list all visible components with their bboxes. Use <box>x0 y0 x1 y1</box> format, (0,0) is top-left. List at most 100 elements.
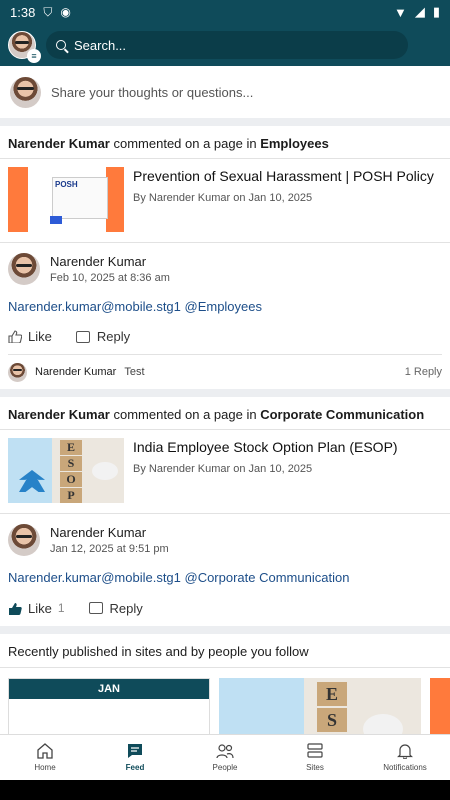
battery-icon: ▮ <box>432 4 440 19</box>
people-icon <box>216 744 234 759</box>
nav-people-label: People <box>212 763 238 772</box>
app-notification-icon: ◉ <box>60 5 71 19</box>
top-app-bar: ≡ Search... <box>0 24 450 66</box>
search-icon <box>56 40 66 50</box>
post-header: Narender Kumar commented on a page in Co… <box>0 397 450 430</box>
post-verb: commented on a page in <box>109 407 261 422</box>
status-bar: 1:38 ⛉ ◉ ▼ ◢ ▮ <box>0 0 450 24</box>
reply-bubble-icon <box>75 330 90 343</box>
reply-button[interactable]: Reply <box>88 600 143 616</box>
page-info: India Employee Stock Option Plan (ESOP) … <box>133 438 442 504</box>
recent-title: Recently published in sites and by peopl… <box>0 634 450 668</box>
piggy-bank-icon <box>363 714 403 734</box>
system-navigation-bar <box>0 780 450 800</box>
nav-people[interactable]: People <box>180 735 270 780</box>
event-tile[interactable]: JAN 14 <box>8 678 210 734</box>
page-tile[interactable]: ESO <box>219 678 421 734</box>
signal-icon: ◢ <box>414 4 425 19</box>
thumbs-up-filled-icon <box>9 602 22 615</box>
reply-label: Reply <box>96 329 131 344</box>
comment-head: Narender Kumar Feb 10, 2025 at 8:36 am <box>8 252 442 286</box>
feed-chat-icon <box>128 744 142 758</box>
like-button[interactable]: Like 1 <box>8 601 65 616</box>
wifi-icon: ▼ <box>393 4 407 20</box>
sites-icon <box>307 743 323 758</box>
page-title[interactable]: Prevention of Sexual Harassment | POSH P… <box>133 168 442 184</box>
posh-document-graphic: POSH <box>52 177 108 219</box>
nav-home-label: Home <box>34 763 56 772</box>
bottom-navigation: Home Feed People Sites Notifications <box>0 734 450 780</box>
like-count[interactable]: 1 <box>58 601 65 615</box>
reply-bubble-icon <box>88 602 103 614</box>
reply-button[interactable]: Reply <box>75 329 131 344</box>
feed-post: Narender Kumar commented on a page in Co… <box>0 397 450 626</box>
comment-actions: Like 1 Reply <box>8 590 442 626</box>
nav-feed[interactable]: Feed <box>90 735 180 780</box>
menu-icon: ≡ <box>27 49 41 63</box>
post-verb: commented on a page in <box>109 136 261 151</box>
comment-author[interactable]: Narender Kumar <box>50 254 170 269</box>
post-site[interactable]: Corporate Communication <box>260 407 424 422</box>
comment-author[interactable]: Narender Kumar <box>50 525 169 540</box>
comment-body[interactable]: Narender.kumar@mobile.stg1 @Corporate Co… <box>8 570 442 585</box>
like-button[interactable]: Like <box>8 329 52 344</box>
search-bar[interactable]: Search... <box>46 31 408 59</box>
vpn-shield-icon: ⛉ <box>43 4 53 19</box>
comment: Narender Kumar Feb 10, 2025 at 8:36 am N… <box>0 243 450 389</box>
home-icon <box>37 743 53 759</box>
page-thumbnail: POSH <box>8 167 124 232</box>
post-header: Narender Kumar commented on a page in Em… <box>0 126 450 159</box>
logo-arrow-icon <box>19 470 45 492</box>
nav-sites-label: Sites <box>306 763 324 772</box>
reply-count[interactable]: 1 Reply <box>405 366 442 378</box>
post-site[interactable]: Employees <box>260 136 329 151</box>
post-actor[interactable]: Narender Kumar <box>8 136 110 151</box>
esop-blocks-graphic: ESOP <box>60 440 82 503</box>
badge-graphic <box>50 216 62 224</box>
comment-head: Narender Kumar Jan 12, 2025 at 9:51 pm <box>8 523 442 557</box>
post-composer[interactable]: Share your thoughts or questions... <box>0 66 450 118</box>
page-meta: By Narender Kumar on Jan 10, 2025 <box>133 463 313 475</box>
page-meta: By Narender Kumar on Jan 10, 2025 <box>133 192 313 204</box>
recent-carousel[interactable]: JAN 14 ESO <box>0 668 450 734</box>
recent-section: Recently published in sites and by peopl… <box>0 634 450 734</box>
comment: Narender Kumar Jan 12, 2025 at 9:51 pm N… <box>0 514 450 626</box>
avatar[interactable] <box>8 253 40 285</box>
reply-preview[interactable]: Narender Kumar Test 1 Reply <box>8 355 442 389</box>
feed-post: Narender Kumar commented on a page in Em… <box>0 126 450 389</box>
page-tile[interactable] <box>430 678 450 734</box>
event-month: JAN <box>9 679 209 699</box>
like-label: Like <box>28 329 52 344</box>
comment-actions: Like Reply <box>8 319 442 355</box>
page-title[interactable]: India Employee Stock Option Plan (ESOP) <box>133 439 442 455</box>
feed-scroll[interactable]: Share your thoughts or questions... Nare… <box>0 66 450 734</box>
search-input[interactable]: Search... <box>74 38 126 53</box>
composer-placeholder[interactable]: Share your thoughts or questions... <box>51 85 253 100</box>
page-thumbnail: ESOP <box>8 438 124 503</box>
like-label: Like <box>28 600 52 616</box>
reply-label: Reply <box>109 600 143 616</box>
nav-home[interactable]: Home <box>0 735 90 780</box>
reply-author: Narender Kumar <box>35 366 117 378</box>
piggy-bank-icon <box>92 462 118 480</box>
page-preview[interactable]: POSH Prevention of Sexual Harassment | P… <box>0 159 450 243</box>
bell-icon <box>397 744 413 759</box>
reply-text: Test <box>124 366 145 378</box>
avatar <box>10 76 41 108</box>
nav-feed-label: Feed <box>125 763 145 772</box>
comment-body[interactable]: Narender.kumar@mobile.stg1 @Employees <box>8 299 442 314</box>
avatar <box>8 362 27 382</box>
comment-date: Feb 10, 2025 at 8:36 am <box>50 272 170 284</box>
page-info: Prevention of Sexual Harassment | POSH P… <box>133 167 442 233</box>
comment-date: Jan 12, 2025 at 9:51 pm <box>50 543 169 555</box>
profile-menu-button[interactable]: ≡ <box>8 31 41 63</box>
esop-blocks-graphic: ESO <box>317 682 347 734</box>
avatar[interactable] <box>8 524 40 556</box>
page-preview[interactable]: ESOP India Employee Stock Option Plan (E… <box>0 430 450 514</box>
nav-notifications[interactable]: Notifications <box>360 735 450 780</box>
status-time: 1:38 <box>10 4 36 20</box>
post-actor[interactable]: Narender Kumar <box>8 407 110 422</box>
nav-sites[interactable]: Sites <box>270 735 360 780</box>
nav-notifications-label: Notifications <box>383 763 427 772</box>
thumbs-up-icon <box>8 330 22 343</box>
